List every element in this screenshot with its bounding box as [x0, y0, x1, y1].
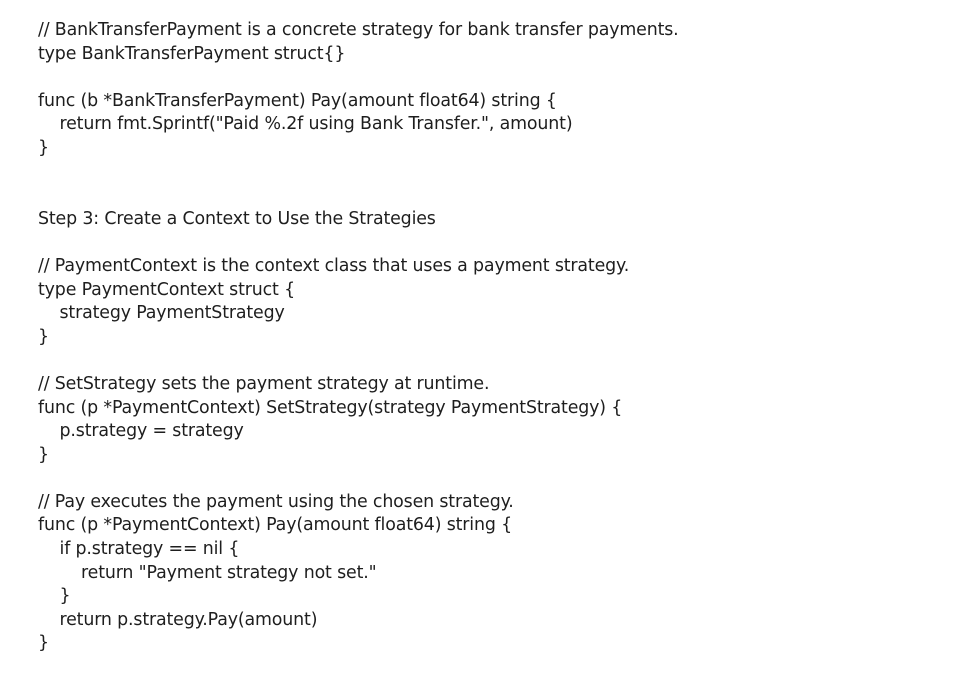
code-line: strategy PaymentStrategy — [38, 303, 285, 324]
code-line: } — [38, 326, 49, 347]
code-line: // SetStrategy sets the payment strategy… — [38, 373, 490, 394]
code-line: func (p *PaymentContext) Pay(amount floa… — [38, 515, 513, 536]
step-heading: Step 3: Create a Context to Use the Stra… — [38, 208, 436, 229]
code-line: } — [38, 444, 49, 465]
code-line: func (p *PaymentContext) SetStrategy(str… — [38, 397, 623, 418]
code-line: return fmt.Sprintf("Paid %.2f using Bank… — [38, 114, 573, 135]
code-document: // BankTransferPayment is a concrete str… — [38, 19, 938, 656]
code-line: if p.strategy == nil { — [38, 539, 240, 560]
code-line: return "Payment strategy not set." — [38, 562, 377, 583]
code-line: type BankTransferPayment struct{} — [38, 43, 346, 64]
code-line: // BankTransferPayment is a concrete str… — [38, 20, 679, 40]
code-line: // Pay executes the payment using the ch… — [38, 491, 514, 512]
code-line: return p.strategy.Pay(amount) — [38, 609, 318, 630]
code-line: func (b *BankTransferPayment) Pay(amount… — [38, 90, 557, 111]
code-line: p.strategy = strategy — [38, 421, 244, 442]
code-line: } — [38, 137, 49, 158]
code-line: type PaymentContext struct { — [38, 279, 295, 300]
code-line: // PaymentContext is the context class t… — [38, 255, 630, 276]
code-line: } — [38, 633, 49, 654]
code-line: } — [38, 586, 71, 607]
